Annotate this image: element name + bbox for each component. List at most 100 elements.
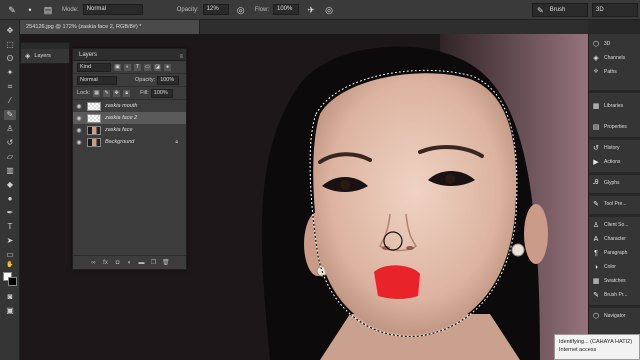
trash-icon[interactable]: 🗑︎ bbox=[162, 259, 170, 266]
dock-item-character[interactable]: A Character bbox=[591, 233, 640, 245]
color-icon: ◑ bbox=[593, 263, 599, 271]
mode-select[interactable]: Normal bbox=[82, 4, 143, 15]
dock-item-tool-presets[interactable]: ✎ Tool Pre... bbox=[591, 198, 640, 210]
visibility-eye-icon[interactable]: ◉ bbox=[73, 127, 85, 134]
type-tool-icon[interactable]: T bbox=[4, 222, 16, 232]
brush-preset-picker-icon[interactable]: • bbox=[24, 4, 36, 16]
collapsed-layers-item[interactable]: ◈ Layers bbox=[21, 49, 69, 63]
blend-mode-select[interactable]: Normal bbox=[77, 75, 117, 85]
blur-tool-icon[interactable]: ◆ bbox=[4, 180, 16, 190]
pressure-size-icon[interactable]: ◎ bbox=[323, 4, 335, 16]
fill-label: Fill: bbox=[140, 90, 149, 96]
hand-tool-icon[interactable]: ✋ bbox=[4, 260, 16, 268]
workspace-brush-button[interactable]: ✎ Brush bbox=[532, 3, 588, 17]
dock-item-brush-presets[interactable]: ✎ Brush Pr... bbox=[591, 289, 640, 301]
filter-toggle-icon[interactable]: ● bbox=[164, 63, 171, 71]
lock-all-icon[interactable]: 🔒︎ bbox=[123, 89, 131, 97]
layer-opacity-field[interactable]: 100% bbox=[157, 75, 180, 85]
history-brush-tool-icon[interactable]: ↺ bbox=[4, 138, 16, 148]
visibility-eye-icon[interactable]: ◉ bbox=[73, 103, 85, 110]
tool-presets-icon: ✎ bbox=[593, 201, 599, 208]
lock-pixels-icon[interactable]: ✎ bbox=[103, 89, 111, 97]
dock-item-glyphs[interactable]: Ꭿ Glyphs bbox=[591, 177, 640, 189]
dock-label: Actions bbox=[604, 159, 621, 165]
new-layer-icon[interactable]: ❐ bbox=[150, 259, 157, 266]
filter-pixel-icon[interactable]: ▣ bbox=[114, 63, 121, 71]
brush-presets-icon: ✎ bbox=[593, 292, 599, 299]
dock-item-actions[interactable]: ▶ Actions bbox=[591, 156, 640, 168]
filter-adjustment-icon[interactable]: ◐ bbox=[124, 63, 131, 71]
marquee-tool-icon[interactable]: ⬚ bbox=[4, 40, 16, 50]
dock-label: Paragraph bbox=[604, 250, 628, 256]
layer-thumbnail bbox=[87, 137, 101, 147]
document-tab[interactable]: 254126.jpg @ 172% (zaskia face 2, RGB/8#… bbox=[20, 20, 200, 34]
layer-fill-field[interactable]: 100% bbox=[150, 88, 173, 98]
pressure-opacity-icon[interactable]: ◎ bbox=[235, 4, 247, 16]
lock-position-icon[interactable]: ✥ bbox=[113, 89, 121, 97]
group-icon[interactable]: ▬ bbox=[138, 260, 145, 266]
network-notification[interactable]: Identifying... (CAHAYA HATI2) Internet a… bbox=[554, 334, 640, 360]
dock-separator bbox=[589, 137, 640, 140]
dock-item-paragraph[interactable]: ¶ Paragraph bbox=[591, 247, 640, 259]
path-select-tool-icon[interactable]: ➤ bbox=[4, 236, 16, 246]
layer-row-background[interactable]: ◉ Background 🔒︎ bbox=[73, 136, 186, 148]
shape-tool-icon[interactable]: ▭ bbox=[4, 250, 16, 260]
crop-tool-icon[interactable]: ⌗ bbox=[4, 82, 16, 92]
screen-mode-icon[interactable]: ▣ bbox=[4, 306, 16, 316]
filter-smart-icon[interactable]: ◪ bbox=[154, 63, 161, 71]
mask-icon[interactable]: ◘ bbox=[114, 260, 121, 266]
visibility-eye-icon[interactable]: ◉ bbox=[73, 115, 85, 122]
dock-item-libraries[interactable]: ▦ Libraries bbox=[591, 100, 640, 112]
paragraph-icon: ¶ bbox=[594, 249, 598, 257]
lasso-tool-icon[interactable]: ʘ bbox=[4, 54, 16, 64]
fx-icon[interactable]: fx bbox=[102, 260, 109, 266]
eraser-tool-icon[interactable]: ▱ bbox=[4, 152, 16, 162]
flow-field[interactable]: 100% bbox=[273, 4, 300, 15]
dock-label: Paths bbox=[604, 69, 617, 75]
brush-tool-icon[interactable]: ✎ bbox=[6, 4, 18, 16]
airbrush-icon[interactable]: ✈ bbox=[305, 4, 317, 16]
pen-tool-icon[interactable]: ✒ bbox=[4, 208, 16, 218]
dock-label: Brush Pr... bbox=[604, 292, 628, 298]
dock-item-color[interactable]: ◑ Color bbox=[591, 261, 640, 273]
adjustment-icon[interactable]: ◐ bbox=[126, 260, 133, 266]
workspace-3d-select[interactable]: 3D bbox=[592, 3, 638, 17]
brush-settings-icon[interactable]: ▤ bbox=[42, 4, 54, 16]
dock-item-paths[interactable]: ⟡ Paths bbox=[591, 66, 640, 78]
background-color-swatch[interactable] bbox=[8, 277, 17, 286]
layer-filter-select[interactable]: Kind bbox=[77, 62, 111, 72]
link-icon[interactable]: ∞ bbox=[90, 260, 97, 266]
visibility-eye-icon[interactable]: ◉ bbox=[73, 139, 85, 146]
dock-item-clone-source[interactable]: ♙ Client So... bbox=[591, 219, 640, 231]
layer-row-zaskia-face[interactable]: ◉ zaskia face bbox=[73, 124, 186, 136]
collapsed-layers-panel[interactable]: ◈ Layers bbox=[20, 42, 70, 64]
gradient-tool-icon[interactable]: ▥ bbox=[4, 166, 16, 176]
opacity-field[interactable]: 12% bbox=[202, 4, 229, 15]
flow-label: Flow: bbox=[254, 6, 270, 13]
layers-panel-footer: ∞ fx ◘ ◐ ▬ ❐ 🗑︎ bbox=[73, 255, 186, 269]
dock-item-channels[interactable]: ◈ Channels bbox=[591, 52, 640, 64]
dock-item-navigator[interactable]: ⬡ Navigator bbox=[591, 310, 640, 322]
dodge-tool-icon[interactable]: ● bbox=[4, 194, 16, 204]
notification-line-1: Identifying... (CAHAYA HATI2) bbox=[559, 339, 633, 345]
filter-type-icon[interactable]: T bbox=[134, 63, 141, 71]
dock-item-history[interactable]: ↺ History bbox=[591, 142, 640, 154]
filter-shape-icon[interactable]: ▭ bbox=[144, 63, 151, 71]
brush-tool-icon[interactable]: ✎ bbox=[4, 110, 16, 120]
quick-mask-icon[interactable]: ◙ bbox=[4, 292, 16, 302]
layer-row-zaskia-face-2[interactable]: ◉ zaskia face 2 bbox=[73, 112, 186, 124]
eyedropper-tool-icon[interactable]: ⁄ bbox=[4, 96, 16, 106]
dock-label: Swatches bbox=[604, 278, 626, 284]
clone-stamp-tool-icon[interactable]: ♙ bbox=[4, 124, 16, 134]
move-tool-icon[interactable]: ✥ bbox=[4, 26, 16, 36]
layers-panel-tab[interactable]: Layers ≡ bbox=[73, 49, 186, 61]
layer-row-zaskia-mouth[interactable]: ◉ zaskia mouth bbox=[73, 100, 186, 112]
lock-transparent-icon[interactable]: ▦ bbox=[93, 89, 101, 97]
dock-item-properties[interactable]: ▤ Properties bbox=[591, 121, 640, 133]
quick-select-tool-icon[interactable]: ✦ bbox=[4, 68, 16, 78]
dock-label: Properties bbox=[604, 124, 627, 130]
dock-item-3d[interactable]: ⬡ 3D bbox=[591, 38, 640, 50]
dock-item-swatches[interactable]: ▦ Swatches bbox=[591, 275, 640, 287]
layers-panel: Layers ≡ Kind ▣ ◐ T ▭ ◪ ● Normal Opacity… bbox=[72, 48, 187, 270]
panel-menu-icon[interactable]: ≡ bbox=[179, 51, 183, 63]
